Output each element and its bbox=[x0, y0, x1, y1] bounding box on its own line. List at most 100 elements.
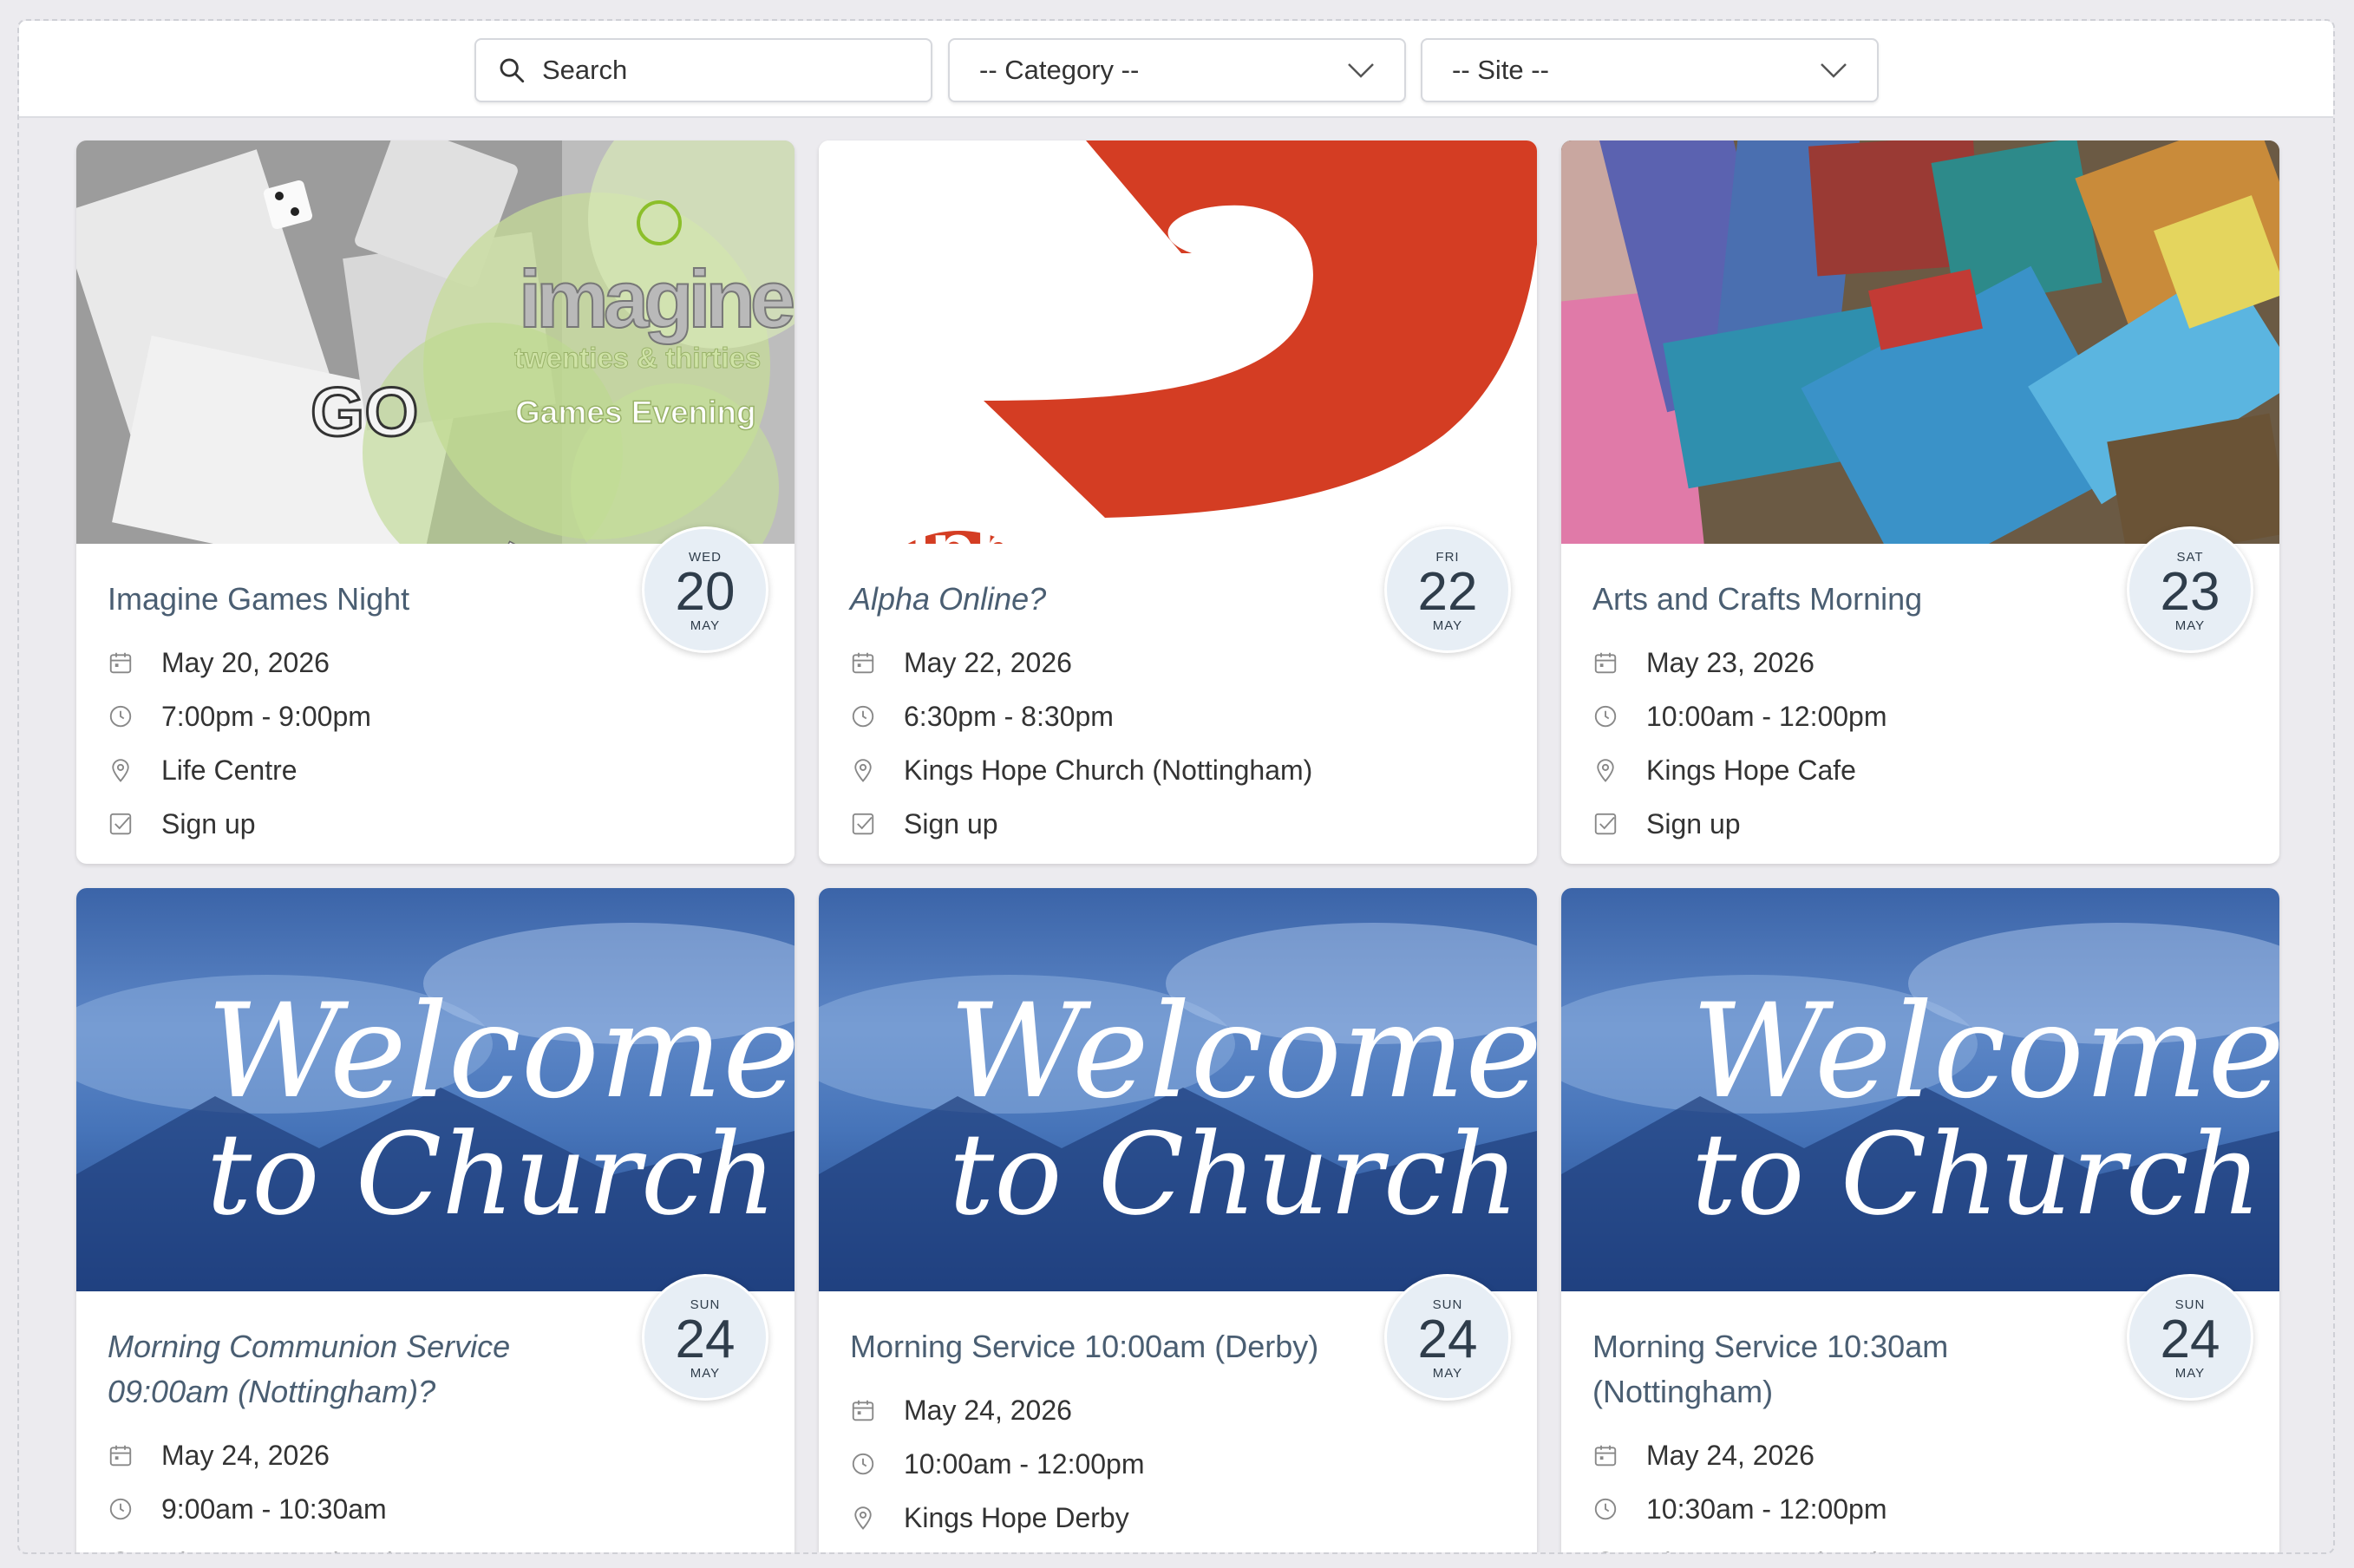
event-time-row: 9:00am - 10:30am bbox=[108, 1482, 767, 1536]
event-details: May 24, 2026 10:30am - 12:00pm Kings Hop… bbox=[1592, 1428, 2252, 1552]
event-image: Welcome to Church bbox=[819, 888, 1537, 1291]
map-pin-icon bbox=[108, 757, 161, 783]
imagine-tagline: twenties & thirties bbox=[514, 342, 761, 374]
event-time: 6:30pm - 8:30pm bbox=[904, 700, 1114, 732]
site-select[interactable]: -- Site -- bbox=[1421, 38, 1879, 102]
date-badge-month: MAY bbox=[2174, 1366, 2206, 1381]
event-details: May 24, 2026 9:00am - 10:30am Kings Hope… bbox=[108, 1428, 767, 1553]
event-date-row: May 20, 2026 bbox=[108, 636, 767, 689]
event-date-row: May 22, 2026 bbox=[850, 636, 1509, 689]
event-date: May 24, 2026 bbox=[1646, 1439, 1815, 1471]
event-image: Welcome to Church bbox=[1561, 888, 2279, 1291]
event-title[interactable]: Arts and Crafts Morning bbox=[1592, 577, 2096, 622]
event-date: May 24, 2026 bbox=[161, 1439, 330, 1471]
date-badge: WED 20 MAY bbox=[642, 526, 768, 653]
calendar-icon bbox=[108, 650, 161, 676]
event-time-row: 10:30am - 12:00pm bbox=[1592, 1482, 2252, 1536]
signup-link[interactable]: Sign up bbox=[904, 808, 998, 840]
date-badge-day: 24 bbox=[2160, 1310, 2220, 1369]
event-card[interactable]: Welcome to Church Morning Communion Serv… bbox=[76, 888, 794, 1553]
event-location-row: Kings Hope Derby bbox=[850, 1491, 1509, 1545]
event-location-row: Life Centre bbox=[108, 743, 767, 797]
event-location: Kings Hope Church bbox=[161, 1547, 402, 1553]
event-title[interactable]: Alpha Online? bbox=[850, 577, 1353, 622]
event-title[interactable]: Morning Service 10:00am (Derby) bbox=[850, 1324, 1353, 1369]
site-select-label: -- Site -- bbox=[1452, 55, 1549, 85]
event-location-row: Kings Hope Church bbox=[1592, 1536, 2252, 1552]
event-card[interactable]: Welcome to Church Morning Service 10:00a… bbox=[819, 888, 1537, 1552]
event-card[interactable]: Alpha Alpha Online? FRI 22 MAY May 22, 2… bbox=[819, 140, 1537, 864]
date-badge-day: 23 bbox=[2160, 562, 2220, 622]
date-badge-month: MAY bbox=[1432, 618, 1463, 633]
category-select-label: -- Category -- bbox=[979, 55, 1140, 85]
event-card[interactable]: Arts and Crafts Morning SAT 23 MAY May 2… bbox=[1561, 140, 2279, 864]
date-badge-day: 20 bbox=[675, 562, 736, 622]
event-signup-row[interactable]: Sign up bbox=[1592, 797, 2252, 851]
chevron-down-icon bbox=[1820, 62, 1847, 79]
event-card[interactable]: MORTGAGED GO imagine twenties & thirties… bbox=[76, 140, 794, 864]
clock-icon bbox=[108, 703, 161, 729]
event-location: Kings Hope Cafe bbox=[1646, 754, 1856, 786]
event-title[interactable]: Morning Communion Service 09:00am (Notti… bbox=[108, 1324, 611, 1414]
to-church-text: to Church bbox=[949, 1108, 1519, 1240]
category-select[interactable]: -- Category -- bbox=[948, 38, 1406, 102]
event-image: Alpha bbox=[819, 140, 1537, 544]
event-image bbox=[1561, 140, 2279, 544]
event-title[interactable]: Imagine Games Night bbox=[108, 577, 611, 622]
calendar-icon bbox=[850, 1397, 904, 1423]
checkbox-icon bbox=[108, 811, 161, 837]
to-church-text: to Church bbox=[206, 1108, 776, 1240]
events-frame: Search -- Category -- -- Site -- GO imag… bbox=[17, 19, 2335, 1554]
event-date: May 23, 2026 bbox=[1646, 646, 1815, 678]
event-image: Welcome to Church bbox=[76, 888, 794, 1291]
event-location-row: Kings Hope Church (Nottingham) bbox=[850, 743, 1509, 797]
search-icon bbox=[497, 56, 526, 85]
event-time: 10:00am - 12:00pm bbox=[1646, 700, 1887, 732]
clock-icon bbox=[1592, 703, 1646, 729]
event-time-row: 10:00am - 12:00pm bbox=[1592, 689, 2252, 743]
event-location: Kings Hope Derby bbox=[904, 1501, 1129, 1533]
welcome-text: Welcome bbox=[949, 977, 1537, 1127]
event-location-row: Kings Hope Church bbox=[108, 1536, 767, 1553]
calendar-icon bbox=[108, 1442, 161, 1468]
event-card[interactable]: Welcome to Church Morning Service 10:30a… bbox=[1561, 888, 2279, 1552]
event-time-row: 7:00pm - 9:00pm bbox=[108, 689, 767, 743]
date-badge-day: 24 bbox=[675, 1310, 736, 1369]
event-title[interactable]: Morning Service 10:30am (Nottingham) bbox=[1592, 1324, 2096, 1414]
imagine-logo-text: imagine bbox=[519, 253, 794, 344]
event-time: 10:30am - 12:00pm bbox=[1646, 1493, 1887, 1525]
event-signup-row[interactable]: Sign up bbox=[850, 797, 1509, 851]
checkbox-icon bbox=[1592, 811, 1646, 837]
map-pin-icon bbox=[1592, 757, 1646, 783]
event-location-row: Kings Hope Cafe bbox=[1592, 743, 2252, 797]
event-date-row: May 24, 2026 bbox=[108, 1428, 767, 1482]
to-church-text: to Church bbox=[1691, 1108, 2261, 1240]
alpha-logo-text: Alpha bbox=[858, 508, 1062, 544]
event-date: May 20, 2026 bbox=[161, 646, 330, 678]
chevron-down-icon bbox=[1347, 62, 1375, 79]
event-details: May 20, 2026 7:00pm - 9:00pm Life Centre… bbox=[108, 636, 767, 851]
event-signup-row[interactable]: Sign up bbox=[108, 797, 767, 851]
signup-link[interactable]: Sign up bbox=[161, 808, 256, 840]
clock-icon bbox=[1592, 1496, 1646, 1522]
date-badge: SUN 24 MAY bbox=[1384, 1274, 1511, 1401]
event-image: MORTGAGED GO imagine twenties & thirties… bbox=[76, 140, 794, 544]
event-date-row: May 24, 2026 bbox=[1592, 1428, 2252, 1482]
event-date-row: May 24, 2026 bbox=[850, 1383, 1509, 1437]
date-badge: SUN 24 MAY bbox=[642, 1274, 768, 1401]
search-input[interactable]: Search bbox=[474, 38, 932, 102]
date-badge: SAT 23 MAY bbox=[2127, 526, 2253, 653]
date-badge-month: MAY bbox=[1432, 1366, 1463, 1381]
signup-link[interactable]: Sign up bbox=[1646, 808, 1741, 840]
calendar-icon bbox=[850, 650, 904, 676]
date-badge-day: 24 bbox=[1417, 1310, 1478, 1369]
games-evening-text: Games Evening bbox=[515, 395, 756, 430]
map-pin-icon bbox=[850, 1505, 904, 1531]
event-date: May 24, 2026 bbox=[904, 1394, 1072, 1426]
clock-icon bbox=[850, 1451, 904, 1477]
calendar-icon bbox=[1592, 650, 1646, 676]
filter-bar: Search -- Category -- -- Site -- bbox=[19, 21, 2333, 118]
date-badge-month: MAY bbox=[2174, 618, 2206, 633]
event-date-row: May 23, 2026 bbox=[1592, 636, 2252, 689]
search-placeholder: Search bbox=[542, 55, 628, 85]
